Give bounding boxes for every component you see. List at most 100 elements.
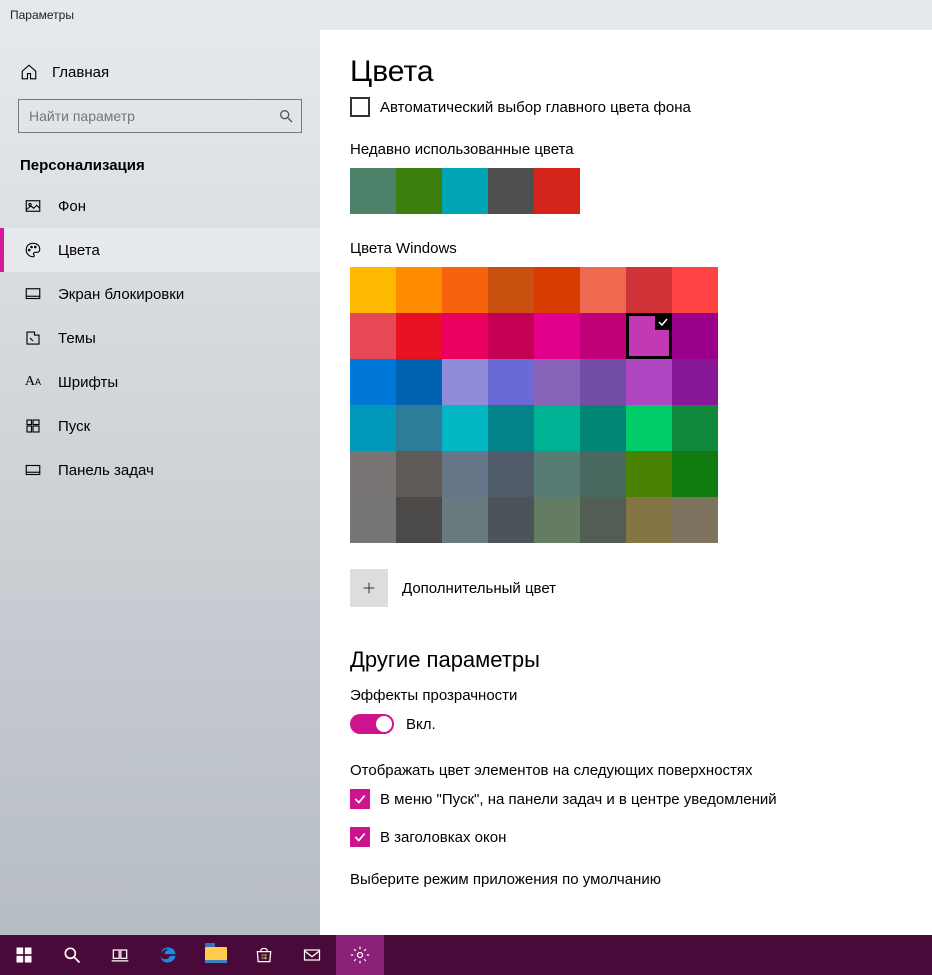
transparency-toggle[interactable]: [350, 714, 394, 734]
color-swatch[interactable]: [626, 359, 672, 405]
surface-option-label: В меню "Пуск", на панели задач и в центр…: [380, 791, 777, 808]
sidebar: Главная Персонализация Фон Цвета Экран б…: [0, 30, 320, 935]
color-swatch[interactable]: [488, 313, 534, 359]
color-swatch[interactable]: [350, 359, 396, 405]
file-explorer-button[interactable]: [192, 935, 240, 975]
color-swatch[interactable]: [442, 359, 488, 405]
sidebar-item-fonts[interactable]: AA Шрифты: [0, 360, 320, 404]
windows-colors-grid: [350, 267, 720, 543]
color-swatch[interactable]: [442, 313, 488, 359]
color-swatch[interactable]: [442, 497, 488, 543]
color-swatch[interactable]: [580, 497, 626, 543]
auto-accent-checkbox[interactable]: Автоматический выбор главного цвета фона: [350, 97, 932, 117]
color-swatch[interactable]: [396, 451, 442, 497]
surface-option-titlebars[interactable]: В заголовках окон: [350, 827, 932, 847]
sidebar-item-label: Шрифты: [58, 374, 118, 391]
color-swatch[interactable]: [534, 451, 580, 497]
color-swatch[interactable]: [672, 313, 718, 359]
transparency-state: Вкл.: [406, 716, 436, 733]
home-label: Главная: [52, 64, 109, 81]
checkbox-icon: [350, 789, 370, 809]
auto-accent-label: Автоматический выбор главного цвета фона: [380, 99, 691, 116]
color-swatch[interactable]: [442, 451, 488, 497]
color-swatch[interactable]: [626, 405, 672, 451]
color-swatch[interactable]: [626, 497, 672, 543]
home-nav[interactable]: Главная: [0, 55, 320, 89]
color-swatch[interactable]: [580, 359, 626, 405]
color-swatch[interactable]: [350, 267, 396, 313]
color-swatch[interactable]: [396, 405, 442, 451]
sidebar-item-label: Фон: [58, 198, 86, 215]
folder-icon: [205, 947, 227, 963]
palette-icon: [24, 241, 42, 259]
color-swatch[interactable]: [350, 313, 396, 359]
color-swatch[interactable]: [350, 451, 396, 497]
mail-button[interactable]: [288, 935, 336, 975]
color-swatch[interactable]: [488, 451, 534, 497]
windows-icon: [14, 945, 34, 965]
color-swatch[interactable]: [442, 267, 488, 313]
edge-button[interactable]: [144, 935, 192, 975]
color-swatch[interactable]: [396, 497, 442, 543]
color-swatch[interactable]: [534, 313, 580, 359]
sidebar-item-background[interactable]: Фон: [0, 184, 320, 228]
color-swatch[interactable]: [580, 451, 626, 497]
settings-taskbar-button[interactable]: [336, 935, 384, 975]
lockscreen-icon: [24, 285, 42, 303]
color-swatch[interactable]: [534, 267, 580, 313]
custom-color-button[interactable]: [350, 569, 388, 607]
color-swatch[interactable]: [534, 405, 580, 451]
task-view-button[interactable]: [96, 935, 144, 975]
color-swatch[interactable]: [672, 451, 718, 497]
color-swatch[interactable]: [626, 313, 672, 359]
start-button[interactable]: [0, 935, 48, 975]
color-swatch[interactable]: [534, 497, 580, 543]
sidebar-item-themes[interactable]: Темы: [0, 316, 320, 360]
sidebar-item-lockscreen[interactable]: Экран блокировки: [0, 272, 320, 316]
color-swatch[interactable]: [580, 267, 626, 313]
surface-option-start-taskbar[interactable]: В меню "Пуск", на панели задач и в центр…: [350, 789, 932, 809]
color-swatch[interactable]: [534, 359, 580, 405]
color-swatch[interactable]: [672, 405, 718, 451]
search-input[interactable]: [18, 99, 302, 133]
color-swatch[interactable]: [626, 451, 672, 497]
color-swatch[interactable]: [442, 405, 488, 451]
sidebar-item-start[interactable]: Пуск: [0, 404, 320, 448]
store-button[interactable]: [240, 935, 288, 975]
color-swatch[interactable]: [672, 359, 718, 405]
sidebar-item-colors[interactable]: Цвета: [0, 228, 320, 272]
surfaces-label: Отображать цвет элементов на следующих п…: [350, 762, 932, 779]
color-swatch[interactable]: [580, 405, 626, 451]
color-swatch[interactable]: [534, 168, 580, 214]
color-swatch[interactable]: [396, 313, 442, 359]
main-content: Цвета Автоматический выбор главного цвет…: [320, 30, 932, 935]
recent-colors: [350, 168, 932, 214]
color-swatch[interactable]: [488, 359, 534, 405]
color-swatch[interactable]: [350, 168, 396, 214]
color-swatch[interactable]: [396, 267, 442, 313]
start-icon: [24, 417, 42, 435]
windows-colors-label: Цвета Windows: [350, 240, 932, 257]
color-swatch[interactable]: [396, 359, 442, 405]
color-swatch[interactable]: [350, 497, 396, 543]
color-swatch[interactable]: [396, 168, 442, 214]
custom-color-label: Дополнительный цвет: [402, 580, 556, 597]
color-swatch[interactable]: [626, 267, 672, 313]
sidebar-item-taskbar[interactable]: Панель задач: [0, 448, 320, 492]
color-swatch[interactable]: [442, 168, 488, 214]
checkbox-icon: [350, 97, 370, 117]
home-icon: [20, 63, 38, 81]
color-swatch[interactable]: [672, 497, 718, 543]
color-swatch[interactable]: [488, 267, 534, 313]
taskbar-search-button[interactable]: [48, 935, 96, 975]
titlebar: Параметры: [0, 0, 932, 30]
color-swatch[interactable]: [488, 497, 534, 543]
sidebar-item-label: Экран блокировки: [58, 286, 184, 303]
color-swatch[interactable]: [488, 405, 534, 451]
color-swatch[interactable]: [488, 168, 534, 214]
page-title: Цвета: [350, 55, 932, 89]
mail-icon: [302, 945, 322, 965]
color-swatch[interactable]: [350, 405, 396, 451]
color-swatch[interactable]: [672, 267, 718, 313]
color-swatch[interactable]: [580, 313, 626, 359]
